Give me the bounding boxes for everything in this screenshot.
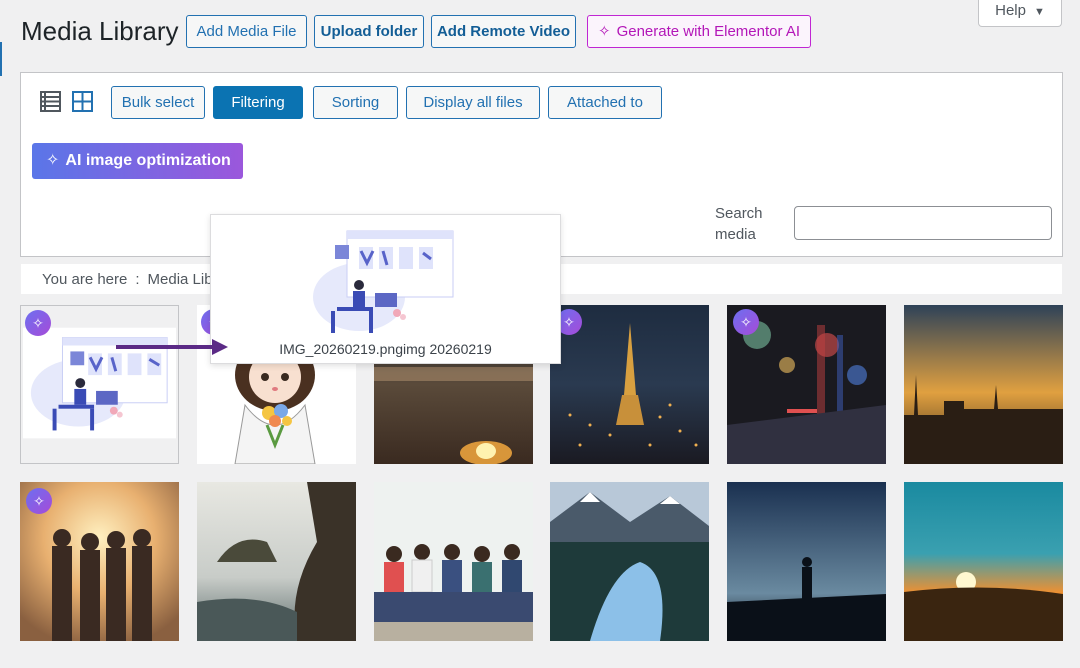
- media-item-rocky-coast[interactable]: [197, 482, 356, 641]
- drag-preview-caption: IMG_20260219.pngimg 20260219: [279, 341, 492, 357]
- ai-image-optimization-button[interactable]: ✧ AI image optimization: [32, 143, 243, 179]
- add-media-file-button[interactable]: Add Media File: [186, 15, 307, 48]
- drag-preview-image: [313, 230, 454, 333]
- ai-badge-icon: ✧: [25, 310, 51, 336]
- attached-to-button[interactable]: Attached to: [548, 86, 662, 119]
- help-label: Help: [995, 2, 1026, 19]
- search-input[interactable]: [794, 206, 1052, 240]
- media-item-group-bench[interactable]: [374, 482, 533, 641]
- media-item-paris-night[interactable]: ✧: [550, 305, 709, 464]
- help-tab[interactable]: Help ▼: [978, 0, 1062, 27]
- page-title: Media Library: [21, 16, 179, 46]
- media-item-city-bokeh[interactable]: ✧: [727, 305, 886, 464]
- caret-down-icon: ▼: [1033, 6, 1045, 18]
- upload-folder-button[interactable]: Upload folder: [314, 15, 424, 48]
- sorting-button[interactable]: Sorting: [313, 86, 398, 119]
- media-item-silhouette[interactable]: [727, 482, 886, 641]
- ai-optimization-label: AI image optimization: [65, 152, 231, 169]
- add-remote-video-button[interactable]: Add Remote Video: [431, 15, 576, 48]
- ai-badge-icon: ✧: [26, 488, 52, 514]
- media-item-sunset-horizon[interactable]: [904, 482, 1063, 641]
- sparkle-icon: ✧: [597, 23, 611, 40]
- media-item-illustration[interactable]: ✧: [20, 305, 179, 464]
- breadcrumb-separator: :: [135, 271, 140, 288]
- ai-badge-icon: ✧: [733, 309, 759, 335]
- filtering-button[interactable]: Filtering: [213, 86, 303, 119]
- grid-view-icon[interactable]: [72, 91, 93, 112]
- display-all-files-button[interactable]: Display all files: [406, 86, 540, 119]
- media-item-friends-sunset[interactable]: ✧: [20, 482, 179, 641]
- drag-preview-card: IMG_20260219.pngimg 20260219: [210, 214, 561, 364]
- drag-arrow-icon: [116, 339, 228, 355]
- media-item-skyline-sunset[interactable]: [904, 305, 1063, 464]
- admin-menu-accent: [0, 42, 2, 76]
- generate-ai-button[interactable]: ✧ Generate with Elementor AI: [587, 15, 811, 48]
- sparkle-icon: ✧: [46, 152, 60, 169]
- breadcrumb-prefix: You are here: [42, 271, 128, 288]
- generate-ai-label: Generate with Elementor AI: [616, 23, 800, 40]
- bulk-select-button[interactable]: Bulk select: [111, 86, 205, 119]
- search-label: Search media: [715, 205, 763, 243]
- list-view-icon[interactable]: [40, 91, 61, 112]
- media-item-mountain-lake[interactable]: [550, 482, 709, 641]
